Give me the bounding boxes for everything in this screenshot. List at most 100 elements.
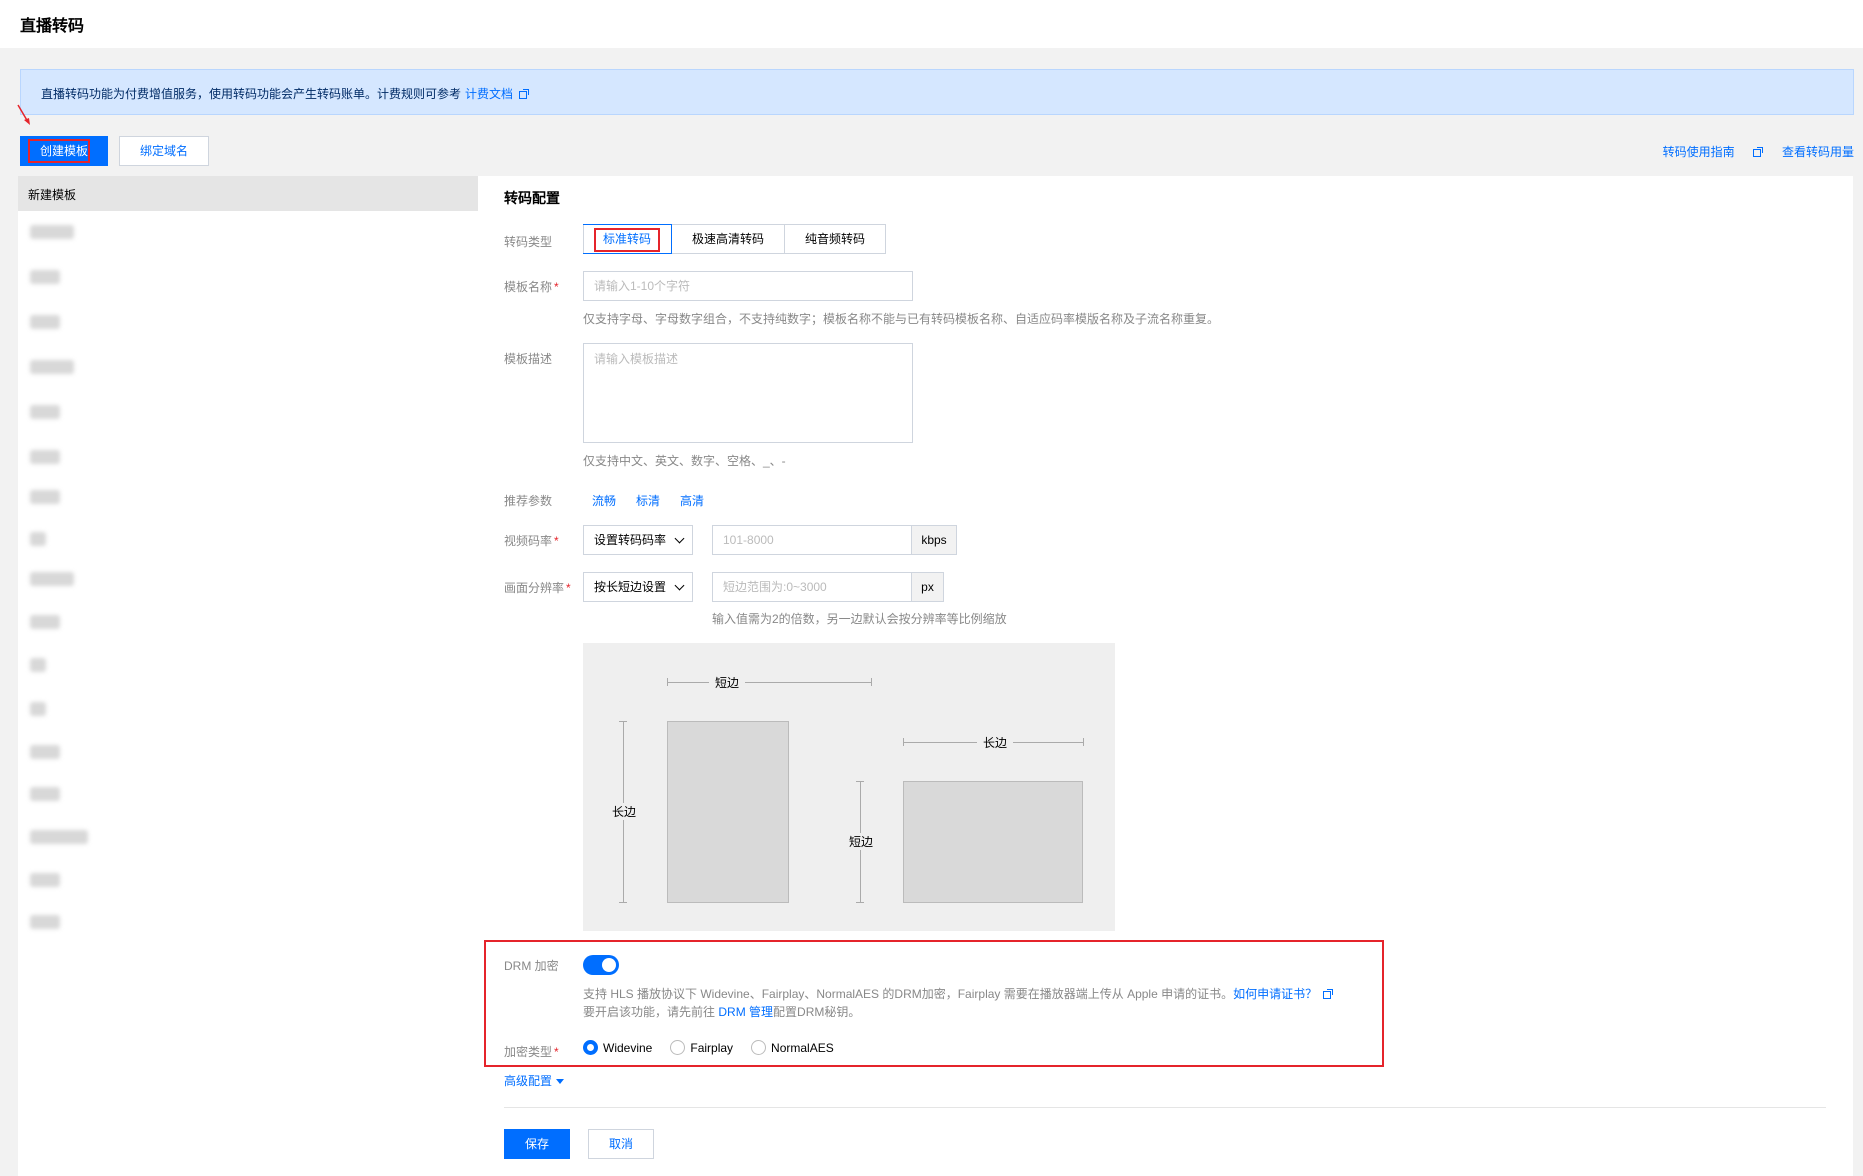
list-item[interactable] xyxy=(30,615,60,629)
required-mark: * xyxy=(554,280,559,294)
measure-tick xyxy=(619,902,627,903)
measure-tick xyxy=(856,902,864,903)
preset-smooth-link[interactable]: 流畅 xyxy=(592,492,616,509)
notice-text: 直播转码功能为付费增值服务，使用转码功能会产生转码账单。计费规则可参考 计费文档 xyxy=(41,85,530,102)
bitrate-mode-select[interactable]: 设置转码码率 xyxy=(583,525,693,555)
radio-widevine[interactable]: Widevine xyxy=(583,1040,652,1055)
encryption-type-label-text: 加密类型 xyxy=(504,1045,553,1059)
resolution-label: 画面分辨率 * xyxy=(504,579,571,596)
preset-hd-link[interactable]: 高清 xyxy=(680,492,704,509)
divider xyxy=(504,1107,1826,1108)
highlight-box xyxy=(594,228,660,252)
video-bitrate-label: 视频码率 * xyxy=(504,532,559,549)
top-right-links: 转码使用指南 查看转码用量 xyxy=(1627,143,1854,160)
radio-normalaes[interactable]: NormalAES xyxy=(751,1040,834,1055)
list-item[interactable] xyxy=(30,450,60,464)
external-link-icon xyxy=(1752,146,1763,157)
resolution-mode-select[interactable]: 按长短边设置 xyxy=(583,572,693,602)
tab-standard-transcode[interactable]: 标准转码 xyxy=(583,224,673,254)
list-item[interactable] xyxy=(30,532,46,546)
bitrate-unit: kbps xyxy=(911,525,957,555)
bitrate-mode-value: 设置转码码率 xyxy=(594,533,667,547)
template-name-input[interactable]: 请输入1-10个字符 xyxy=(583,271,913,301)
new-template-item: 新建模板 xyxy=(28,188,77,202)
measure-tick xyxy=(856,781,864,782)
page-title: 直播转码 xyxy=(20,18,85,35)
template-list-panel: 新建模板 xyxy=(18,176,478,1176)
list-item[interactable] xyxy=(30,658,46,672)
resolution-hint: 输入值需为2的倍数，另一边默认会按分辨率等比例缩放 xyxy=(712,612,1007,626)
list-item[interactable] xyxy=(30,270,60,284)
list-item[interactable] xyxy=(30,490,60,504)
transcode-config-panel: 转码配置 转码类型 标准转码 极速高清转码 纯音频转码 模板名称 * 请输入1-1… xyxy=(478,176,1853,1176)
usage-guide-label: 转码使用指南 xyxy=(1662,145,1735,159)
external-link-icon xyxy=(1323,988,1334,999)
list-item[interactable] xyxy=(30,787,60,801)
drm-desc-text3: 配置DRM秘钥。 xyxy=(773,1005,861,1019)
radio-circle xyxy=(670,1040,686,1055)
preset-sd-link[interactable]: 标清 xyxy=(636,492,660,509)
list-item[interactable] xyxy=(30,830,88,844)
apply-cert-link[interactable]: 如何申请证书？ xyxy=(1233,987,1317,1001)
encryption-type-radio-group: Widevine Fairplay NormalAES xyxy=(583,1040,852,1055)
radio-label: NormalAES xyxy=(771,1040,834,1055)
radio-label: Widevine xyxy=(603,1040,653,1055)
create-template-button[interactable]: 创建模板 xyxy=(20,136,108,166)
measure-tick xyxy=(903,738,904,746)
radio-label: Fairplay xyxy=(690,1040,734,1055)
usage-guide-link[interactable]: 转码使用指南 xyxy=(1645,145,1763,159)
list-item[interactable] xyxy=(30,915,60,929)
tab-fast-hd-transcode[interactable]: 极速高清转码 xyxy=(671,225,784,253)
short-edge-input[interactable]: 短边范围为:0~3000 xyxy=(712,572,912,602)
toggle-knob xyxy=(602,958,616,972)
highlight-box xyxy=(28,139,90,163)
landscape-frame xyxy=(903,781,1083,903)
landscape-short-edge-label: 短边 xyxy=(843,833,880,850)
list-item[interactable] xyxy=(30,572,74,586)
drm-manage-link[interactable]: DRM 管理 xyxy=(718,1005,773,1019)
measure-tick xyxy=(667,678,668,686)
radio-circle xyxy=(583,1040,598,1055)
resolution-unit: px xyxy=(911,572,944,602)
video-bitrate-label-text: 视频码率 xyxy=(504,534,553,548)
list-item[interactable] xyxy=(30,745,60,759)
transcode-type-label: 转码类型 xyxy=(504,235,553,249)
list-item[interactable] xyxy=(30,405,60,419)
list-item[interactable] xyxy=(30,315,60,329)
red-arrow-icon xyxy=(17,104,30,125)
list-item[interactable] xyxy=(30,360,74,374)
template-name-label-text: 模板名称 xyxy=(504,280,553,294)
chevron-down-icon xyxy=(674,580,685,591)
required-mark: * xyxy=(566,581,571,595)
portrait-long-edge-label: 长边 xyxy=(606,803,643,820)
template-desc-textarea[interactable]: 请输入模板描述 xyxy=(583,343,913,443)
bitrate-input[interactable]: 101-8000 xyxy=(712,525,912,555)
short-edge-measure-line xyxy=(667,682,871,683)
notice-banner: 直播转码功能为付费增值服务，使用转码功能会产生转码账单。计费规则可参考 计费文档 xyxy=(20,69,1854,115)
view-usage-link[interactable]: 查看转码用量 xyxy=(1782,145,1854,159)
radio-fairplay[interactable]: Fairplay xyxy=(670,1040,733,1055)
drm-label: DRM 加密 xyxy=(504,959,559,973)
measure-tick xyxy=(1083,738,1084,746)
caret-down-icon xyxy=(556,1079,565,1085)
recommended-label: 推荐参数 xyxy=(504,494,553,508)
cancel-button[interactable]: 取消 xyxy=(588,1129,654,1159)
advanced-config-link[interactable]: 高级配置 xyxy=(504,1072,565,1089)
section-title: 转码配置 xyxy=(504,190,560,206)
required-mark: * xyxy=(554,1045,559,1059)
list-item[interactable] xyxy=(30,702,46,716)
save-button[interactable]: 保存 xyxy=(504,1129,570,1159)
template-desc-hint: 仅支持中文、英文、数字、空格、_、- xyxy=(583,454,786,468)
template-list-header[interactable]: 新建模板 xyxy=(18,176,478,211)
bind-domain-button[interactable]: 绑定域名 xyxy=(119,136,209,166)
drm-toggle[interactable] xyxy=(583,955,619,975)
tab-audio-only-transcode[interactable]: 纯音频转码 xyxy=(784,225,885,253)
notice-message: 直播转码功能为付费增值服务，使用转码功能会产生转码账单。计费规则可参考 xyxy=(41,87,462,101)
measure-tick xyxy=(619,721,627,722)
measure-tick xyxy=(871,678,872,686)
drm-description: 支持 HLS 播放协议下 Widevine、Fairplay、NormalAES… xyxy=(583,985,1334,1021)
list-item[interactable] xyxy=(30,873,60,887)
billing-doc-link[interactable]: 计费文档 xyxy=(465,87,513,101)
top-bar: 直播转码 xyxy=(0,0,1863,48)
list-item[interactable] xyxy=(30,225,74,239)
